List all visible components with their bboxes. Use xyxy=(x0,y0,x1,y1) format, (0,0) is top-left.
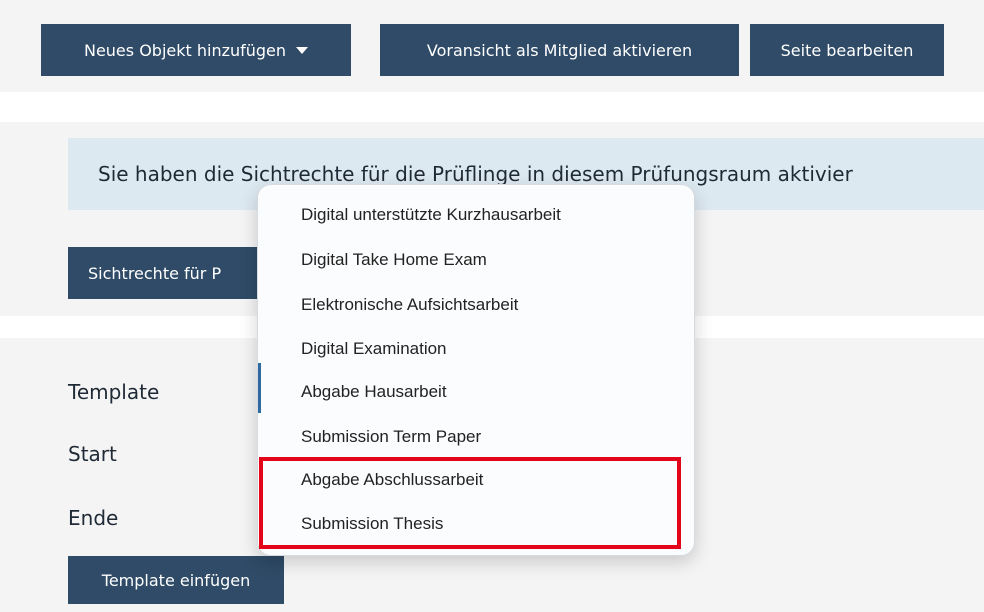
edit-page-button[interactable]: Seite bearbeiten xyxy=(750,24,944,76)
add-object-button[interactable]: Neues Objekt hinzufügen xyxy=(41,24,351,76)
menu-item-digital-examination[interactable]: Digital Examination xyxy=(301,339,447,359)
menu-item-elektronische-aufsichtsarbeit[interactable]: Elektronische Aufsichtsarbeit xyxy=(301,295,518,315)
focus-indicator xyxy=(258,363,261,413)
template-label: Template xyxy=(68,380,160,404)
edit-page-label: Seite bearbeiten xyxy=(780,40,914,60)
menu-item-submission-thesis[interactable]: Submission Thesis xyxy=(301,514,443,534)
visibility-rights-label: Sichtrechte für P xyxy=(88,263,222,283)
menu-item-abgabe-abschlussarbeit[interactable]: Abgabe Abschlussarbeit xyxy=(301,470,483,490)
caret-down-icon xyxy=(296,46,309,54)
preview-as-member-label: Voransicht als Mitglied aktivieren xyxy=(426,40,693,60)
menu-item-digital-kurzhausarbeit[interactable]: Digital unterstützte Kurzhausarbeit xyxy=(301,205,561,225)
insert-template-label: Template einfügen xyxy=(101,570,251,590)
start-label: Start xyxy=(68,442,117,466)
menu-item-submission-term-paper[interactable]: Submission Term Paper xyxy=(301,427,481,447)
add-object-label: Neues Objekt hinzufügen xyxy=(83,40,287,60)
menu-item-abgabe-hausarbeit[interactable]: Abgabe Hausarbeit xyxy=(301,382,447,402)
end-label: Ende xyxy=(68,506,119,530)
template-dropdown-menu[interactable]: Digital unterstützte Kurzhausarbeit Digi… xyxy=(257,184,695,556)
preview-as-member-button[interactable]: Voransicht als Mitglied aktivieren xyxy=(380,24,739,76)
menu-item-digital-take-home-exam[interactable]: Digital Take Home Exam xyxy=(301,250,487,270)
info-message-text: Sie haben die Sichtrechte für die Prüfli… xyxy=(98,162,853,186)
insert-template-button[interactable]: Template einfügen xyxy=(68,556,284,604)
